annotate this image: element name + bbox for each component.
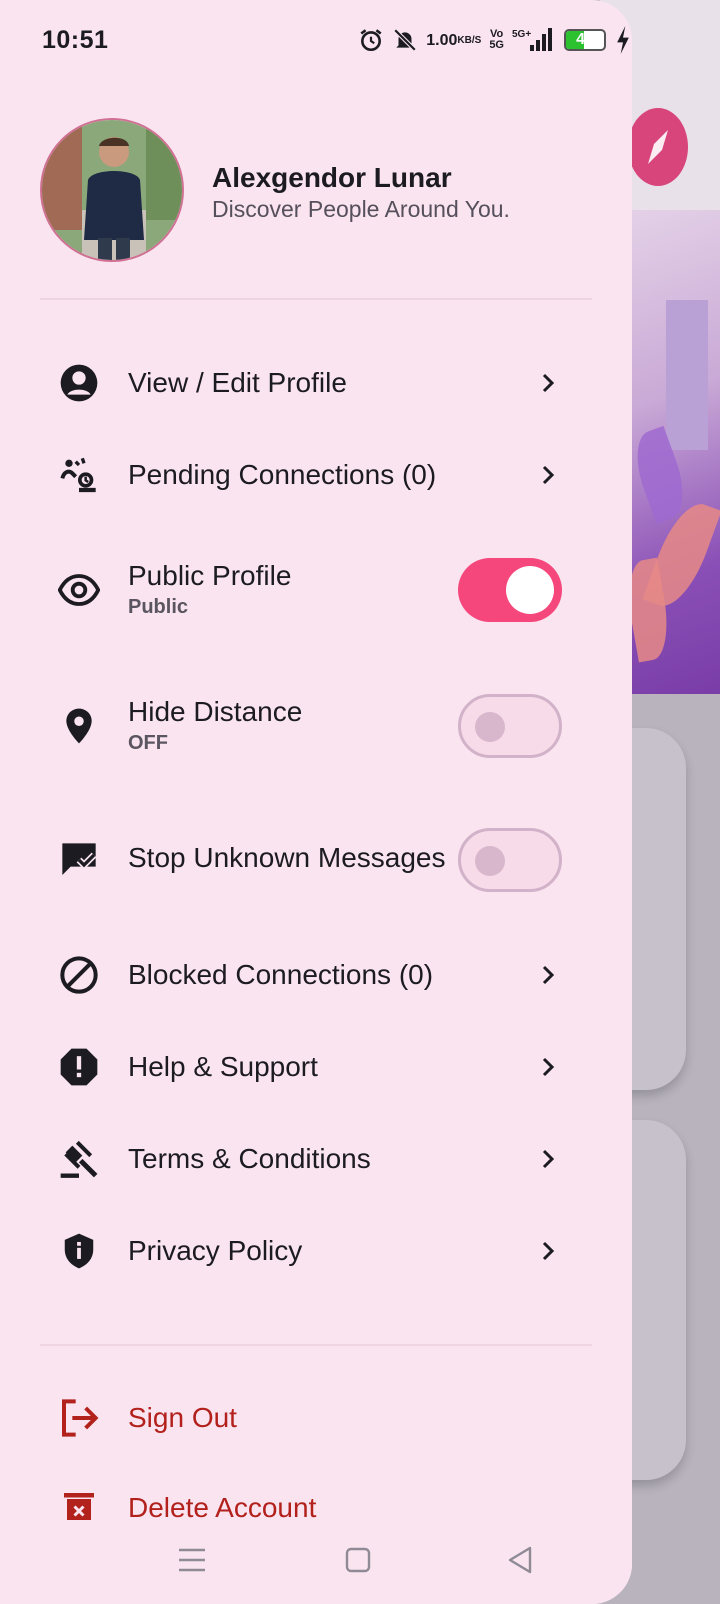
background-tower — [666, 300, 708, 450]
menu-label: Public Profile — [128, 560, 292, 591]
menu-help-support[interactable]: Help & Support — [40, 1027, 596, 1107]
menu-sign-out[interactable]: Sign Out — [40, 1378, 596, 1458]
menu-label: Stop Unknown Messages — [128, 842, 446, 873]
menu-terms-conditions[interactable]: Terms & Conditions — [40, 1119, 596, 1199]
menu-label: Hide Distance — [128, 696, 303, 727]
menu-public-profile: Public Profile Public — [40, 548, 596, 632]
volte-indicator: Vo 5G — [489, 28, 504, 51]
shield-info-icon — [56, 1228, 102, 1274]
back-nav-icon[interactable] — [500, 1540, 540, 1580]
status-bar: 10:51 1.00 KB/S Vo 5G 5G+ 47 — [0, 0, 632, 84]
signal-icon: 5G+ — [512, 27, 552, 53]
menu-view-edit-profile[interactable]: View / Edit Profile — [40, 343, 596, 423]
menu-nav-icon[interactable] — [172, 1540, 212, 1580]
user-tagline: Discover People Around You. — [212, 196, 510, 222]
menu-sublabel: OFF — [128, 732, 168, 754]
menu-hide-distance: Hide Distance OFF — [40, 684, 596, 768]
alert-octagon-icon — [56, 1044, 102, 1090]
chevron-right-icon — [536, 1239, 560, 1263]
block-icon — [56, 952, 102, 998]
menu-pending-connections[interactable]: Pending Connections (0) — [40, 435, 596, 515]
network-speed: 1.00 KB/S — [426, 31, 482, 49]
menu-label: Blocked Connections (0) — [128, 959, 434, 990]
mute-bell-icon — [392, 27, 418, 53]
menu-label: Help & Support — [128, 1051, 318, 1082]
toggle-knob — [475, 846, 505, 876]
chevron-right-icon — [536, 371, 560, 395]
chevron-right-icon — [536, 1147, 560, 1171]
menu-stop-unknown-messages: Stop Unknown Messages — [40, 818, 596, 902]
account-circle-icon — [56, 360, 102, 406]
home-nav-icon[interactable] — [338, 1540, 378, 1580]
gavel-icon — [56, 1136, 102, 1182]
profile-header[interactable]: Alexgendor Lunar Discover People Around … — [40, 118, 600, 262]
toggle-knob — [475, 712, 505, 742]
menu-sublabel: Public — [128, 596, 189, 618]
compass-icon — [628, 108, 688, 186]
stop-unknown-messages-toggle[interactable] — [458, 828, 562, 892]
message-check-icon — [56, 837, 102, 883]
chevron-right-icon — [536, 963, 560, 987]
location-pin-icon — [56, 703, 102, 749]
alarm-icon — [358, 27, 384, 53]
status-time: 10:51 — [42, 26, 109, 54]
divider — [40, 298, 592, 300]
divider — [40, 1344, 592, 1346]
system-navigation-bar — [0, 1520, 632, 1604]
chevron-right-icon — [536, 463, 560, 487]
toggle-knob — [506, 566, 554, 614]
menu-label: Privacy Policy — [128, 1235, 303, 1266]
menu-label: View / Edit Profile — [128, 367, 347, 398]
status-icons: 1.00 KB/S Vo 5G 5G+ 47 — [358, 26, 632, 54]
avatar[interactable] — [40, 118, 184, 262]
eye-icon — [56, 567, 102, 613]
menu-label: Terms & Conditions — [128, 1143, 371, 1174]
menu-privacy-policy[interactable]: Privacy Policy — [40, 1211, 596, 1291]
hide-distance-toggle[interactable] — [458, 694, 562, 758]
menu-blocked-connections[interactable]: Blocked Connections (0) — [40, 935, 596, 1015]
menu-label: Sign Out — [128, 1402, 237, 1433]
logout-icon — [56, 1395, 102, 1441]
public-profile-toggle[interactable] — [458, 558, 562, 622]
pending-connections-icon — [56, 452, 102, 498]
charging-icon — [614, 26, 632, 54]
menu-label: Pending Connections (0) — [128, 459, 437, 490]
battery-level: 47 — [576, 31, 594, 48]
user-name: Alexgendor Lunar — [212, 162, 452, 193]
chevron-right-icon — [536, 1055, 560, 1079]
network-type: 5G+ — [512, 29, 531, 40]
battery-icon: 47 — [564, 29, 606, 51]
navigation-drawer: 10:51 1.00 KB/S Vo 5G 5G+ 47 Alexgendor … — [0, 0, 632, 1604]
